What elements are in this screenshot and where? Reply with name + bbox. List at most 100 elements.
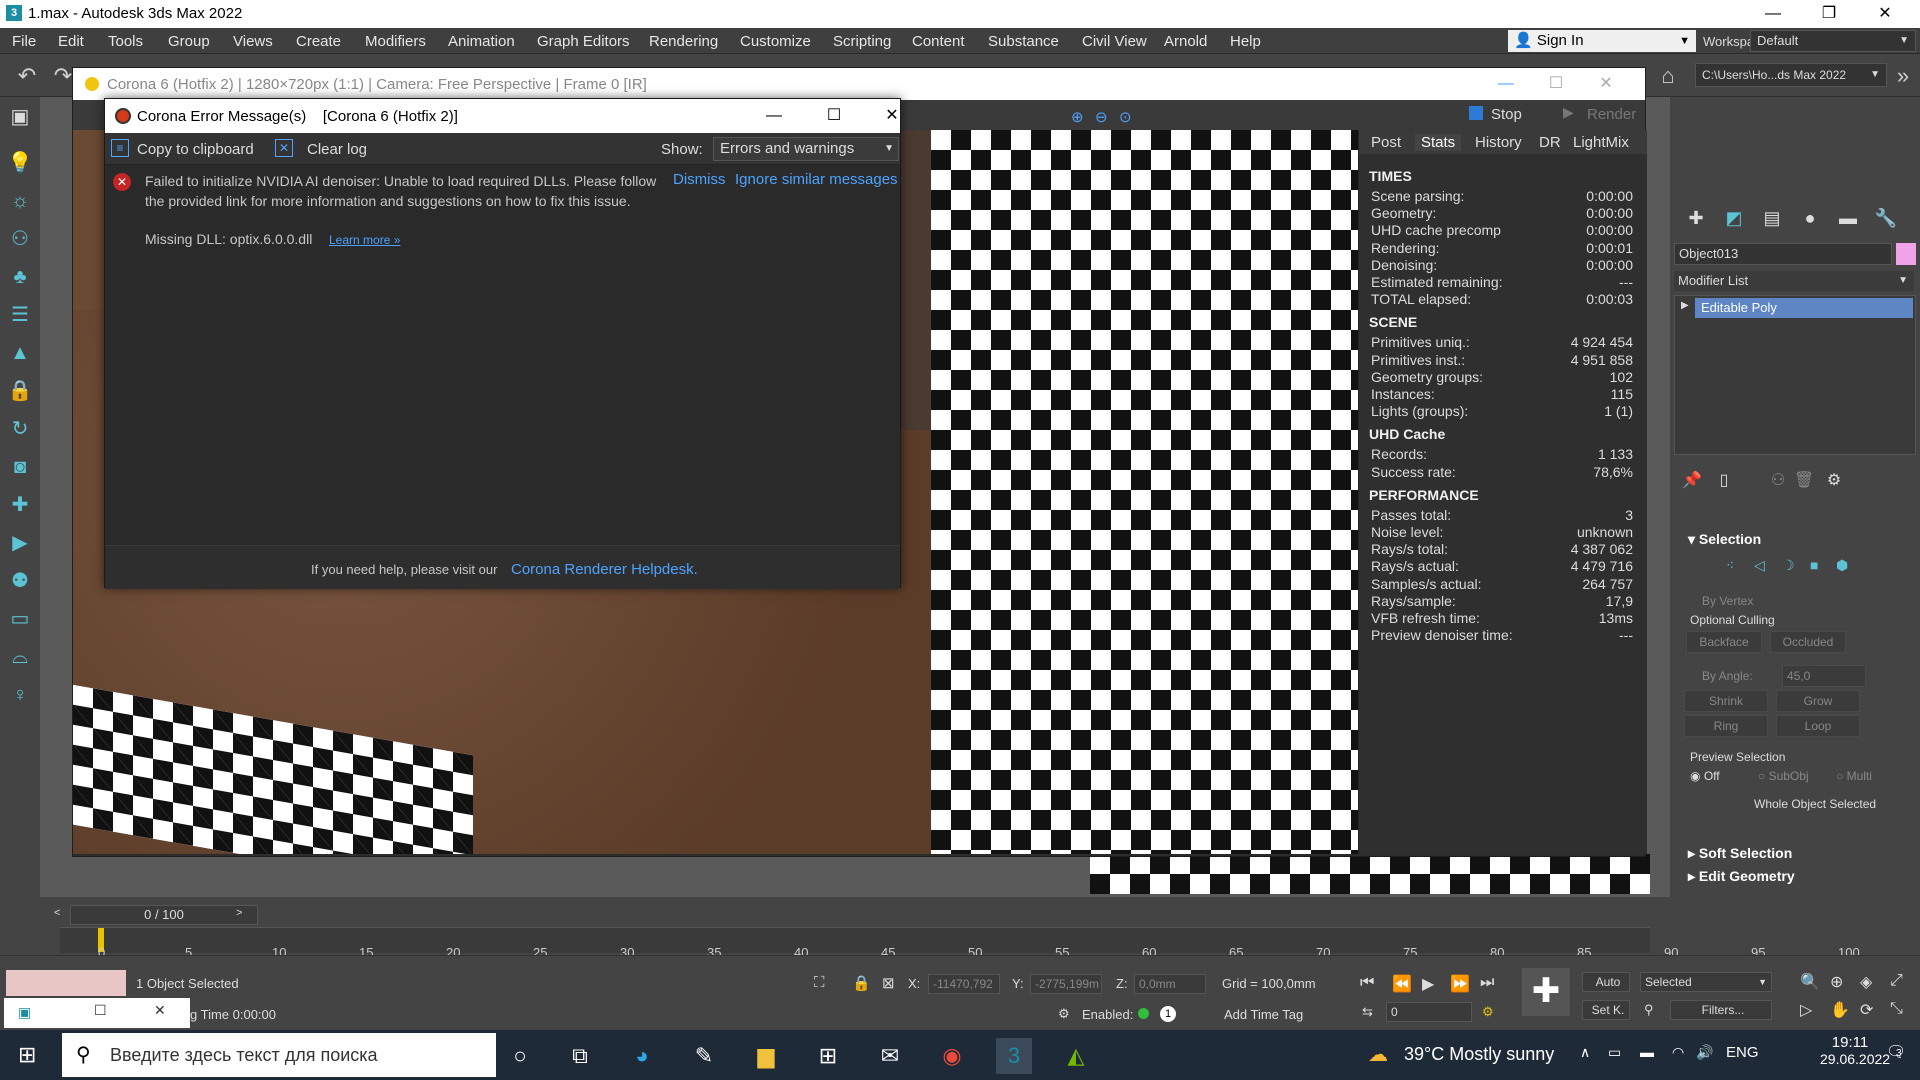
close-button[interactable]: ✕ [1862,0,1908,28]
menu-edit[interactable]: Edit [58,33,84,50]
z-coordinate-field[interactable]: 0,0mm [1134,974,1206,994]
loop-button[interactable]: Loop [1776,715,1860,737]
enabled-indicator[interactable] [1138,1008,1149,1019]
element-icon[interactable]: ⬢ [1836,557,1848,574]
object-color-swatch[interactable] [1896,243,1916,265]
current-frame-field[interactable]: 0 [1386,1002,1472,1022]
time-slider[interactable]: 0 / 100 [70,905,258,925]
remove-modifier-icon[interactable]: 🗑 [1790,467,1818,495]
vfb-close-button[interactable]: ✕ [1583,70,1629,98]
film-icon[interactable]: ▶ [6,529,34,557]
language-indicator[interactable]: ENG [1726,1044,1759,1061]
menu-help[interactable]: Help [1230,33,1261,50]
maxscript-listener[interactable] [6,970,126,996]
menu-tools[interactable]: Tools [108,33,143,50]
modifier-list-dropdown[interactable]: Modifier List ▼ [1674,271,1914,291]
lock-icon[interactable]: 🔒 [6,377,34,405]
hat-icon[interactable]: ⌓ [6,643,34,671]
ignore-similar-link[interactable]: Ignore similar messages [735,171,898,188]
fov-icon[interactable]: ▷ [1800,1000,1812,1020]
menu-arnold[interactable]: Arnold [1164,33,1207,50]
maximize-viewport-icon[interactable]: ⤡ [1890,1000,1903,1018]
helpdesk-link[interactable]: Corona Renderer Helpdesk. [511,561,698,578]
isolate-icon[interactable]: ⛶ [814,974,825,991]
menu-substance[interactable]: Substance [988,33,1059,50]
edge-icon[interactable]: ◁ [1754,557,1765,574]
by-angle-checkbox[interactable]: By Angle: [1702,669,1753,683]
workspaces-dropdown[interactable]: Default ▼ [1750,30,1916,52]
shrink-button[interactable]: Shrink [1684,690,1768,712]
ring-button[interactable]: Ring [1684,715,1768,737]
show-hidden-icons[interactable]: ∧ [1580,1044,1590,1061]
info-icon[interactable]: 1 [1160,1006,1176,1022]
menu-content[interactable]: Content [912,33,965,50]
x-coordinate-field[interactable]: -11470,792 [928,974,1000,994]
selection-rollout-header[interactable]: ▾ Selection [1674,528,1914,550]
menu-create[interactable]: Create [296,33,341,50]
set-key-button[interactable]: Set K. [1582,1000,1630,1020]
object-name-field[interactable]: Object013 [1674,243,1892,265]
zoom-extents-all-icon[interactable]: ⤢ [1890,972,1903,990]
menu-group[interactable]: Group [168,33,210,50]
maximize-button[interactable]: ❐ [1806,0,1852,28]
orbit-icon[interactable]: ⟳ [1860,1000,1873,1020]
weather-text[interactable]: 39°C Mostly sunny [1404,1044,1554,1065]
bulb-small-icon[interactable]: ♀ [6,681,34,709]
key-mode-icon[interactable]: ⇆ [1362,1004,1373,1020]
key-filter-dropdown[interactable]: Selected ▼ [1640,972,1772,992]
edge-browser-icon[interactable]: ◕ [624,1038,660,1074]
render-button[interactable]: Render [1587,106,1636,123]
next-frame-icon[interactable]: ⏩ [1450,974,1470,994]
display-tab-icon[interactable]: ▬ [1834,204,1862,232]
zoom-extents-icon[interactable]: ◈ [1860,972,1872,992]
auto-key-button[interactable]: Auto [1582,972,1630,992]
motion-tab-icon[interactable]: ● [1796,204,1824,232]
vfb-maximize-button[interactable]: ☐ [1533,70,1579,98]
3dsmax-taskbar-icon[interactable]: 3 [996,1038,1032,1074]
project-path-dropdown[interactable]: C:\Users\Ho...ds Max 2022 ▼ [1695,63,1887,87]
occluded-button[interactable]: Occluded [1770,631,1846,653]
windows-start-icon[interactable]: ⊞ [18,1042,36,1068]
taskbar-search[interactable]: Введите здесь текст для поиска [62,1033,496,1077]
zoom-fit-icon[interactable]: ⊙ [1119,108,1132,126]
backface-button[interactable]: Backface [1686,631,1762,653]
stack-item-editable-poly[interactable]: Editable Poly [1695,298,1913,318]
play-animation-icon[interactable]: ▶ [1422,974,1434,994]
time-config-icon[interactable]: ⚙ [1482,1004,1494,1020]
menu-civil-view[interactable]: Civil View [1082,33,1147,50]
viewport-layout-icon[interactable]: ▣ [6,103,34,131]
absolute-mode-icon[interactable]: ⊠ [882,974,895,992]
taskbar-clock[interactable]: 19:11 29.06.2022 [1820,1034,1890,1067]
filters-button[interactable]: Filters... [1670,1000,1772,1020]
zoom-icon[interactable]: 🔍 [1800,972,1820,992]
menu-scripting[interactable]: Scripting [833,33,891,50]
edit-geometry-rollout-header[interactable]: ▸ Edit Geometry [1674,865,1914,887]
key-filters-icon[interactable]: ⚲ [1644,1002,1654,1018]
tab-post[interactable]: Post [1371,134,1401,151]
vertex-icon[interactable]: ⁖ [1726,557,1734,574]
mail-icon[interactable]: ✉ [872,1038,908,1074]
menu-views[interactable]: Views [233,33,273,50]
show-filter-dropdown[interactable]: Errors and warnings ▼ [713,137,899,161]
expand-toolbar-icon[interactable]: » [1890,63,1916,89]
group-icon[interactable]: ⚇ [6,225,34,253]
configure-modifier-icon[interactable]: ⚙ [1820,467,1848,495]
menu-animation[interactable]: Animation [448,33,515,50]
pyramid-icon[interactable]: ▲ [6,339,34,367]
wifi-icon[interactable]: ◠ [1672,1044,1684,1061]
dialog-close-button[interactable]: ✕ [869,102,915,130]
learn-more-link[interactable]: Learn more » [329,233,400,247]
store-icon[interactable]: ⊞ [810,1038,846,1074]
menu-modifiers[interactable]: Modifiers [365,33,426,50]
network-icon[interactable]: ▭ [1608,1044,1621,1061]
lightbulb-icon[interactable]: 💡 [6,149,34,177]
zoom-out-icon[interactable]: ⊖ [1095,108,1108,126]
stop-button[interactable]: Stop [1491,106,1522,123]
close-icon[interactable]: ✕ [154,1002,166,1019]
people-icon[interactable]: ⚉ [6,567,34,595]
copy-to-clipboard-button[interactable]: Copy to clipboard [137,141,254,158]
paint-icon[interactable]: ✎ [686,1038,722,1074]
preview-subobj-radio[interactable]: ○ SubObj [1758,769,1809,783]
zoom-all-icon[interactable]: ⊕ [1830,972,1843,992]
pin-stack-icon[interactable]: 📌 [1678,467,1706,495]
